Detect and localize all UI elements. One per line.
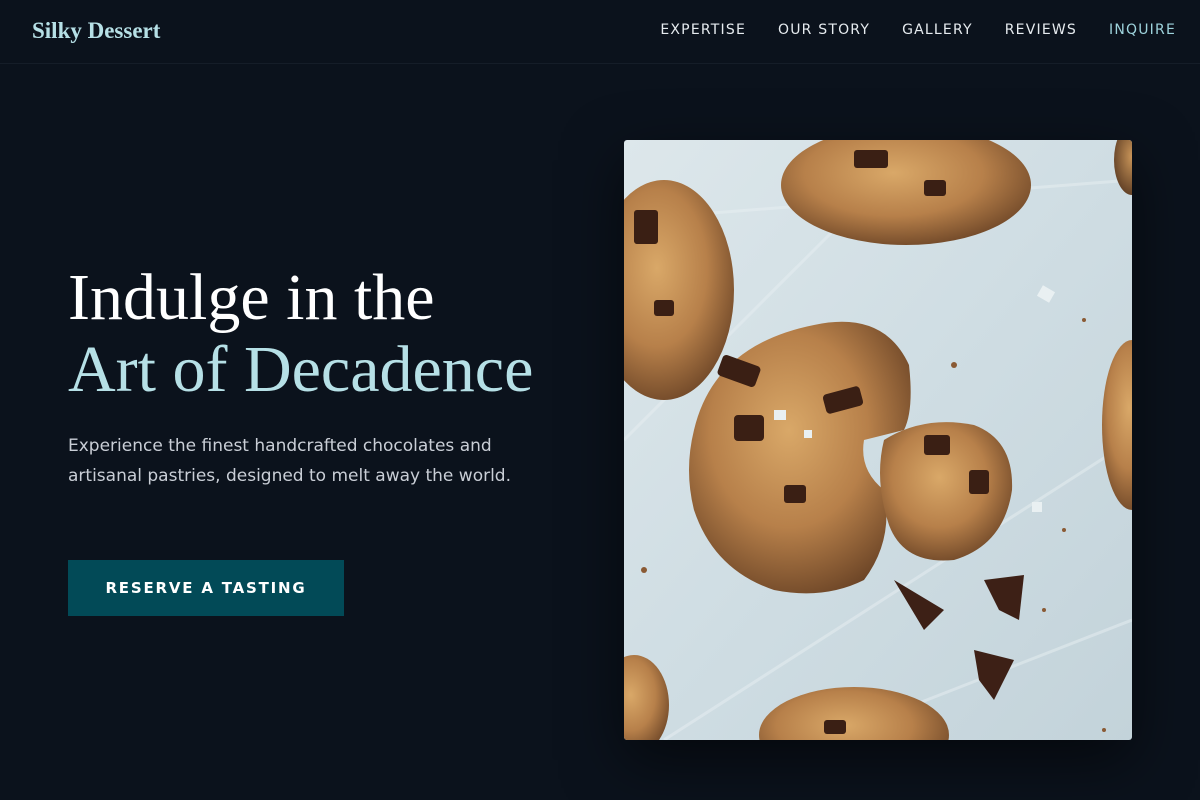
nav-link-our-story[interactable]: OUR STORY bbox=[778, 22, 870, 38]
nav-link-gallery[interactable]: GALLERY bbox=[902, 22, 973, 38]
hero-title: Indulge in the Art of Decadence bbox=[68, 262, 533, 406]
top-navigation: Silky Dessert EXPERTISE OUR STORY GALLER… bbox=[0, 0, 1200, 64]
nav-link-inquire[interactable]: INQUIRE bbox=[1109, 22, 1176, 38]
hero-subtitle: Experience the finest handcrafted chocol… bbox=[68, 436, 512, 486]
hero-title-line1: Indulge in the bbox=[68, 261, 435, 334]
nav-link-reviews[interactable]: REVIEWS bbox=[1005, 22, 1077, 38]
brand-logo[interactable]: Silky Dessert bbox=[32, 18, 160, 44]
nav-link-expertise[interactable]: EXPERTISE bbox=[660, 22, 746, 38]
cookies-photo bbox=[624, 140, 1132, 740]
nav-menu: EXPERTISE OUR STORY GALLERY REVIEWS INQU… bbox=[660, 22, 1176, 38]
hero-title-line2: Art of Decadence bbox=[68, 333, 534, 406]
hero-image bbox=[624, 140, 1132, 740]
reserve-tasting-button[interactable]: RESERVE A TASTING bbox=[68, 560, 344, 616]
